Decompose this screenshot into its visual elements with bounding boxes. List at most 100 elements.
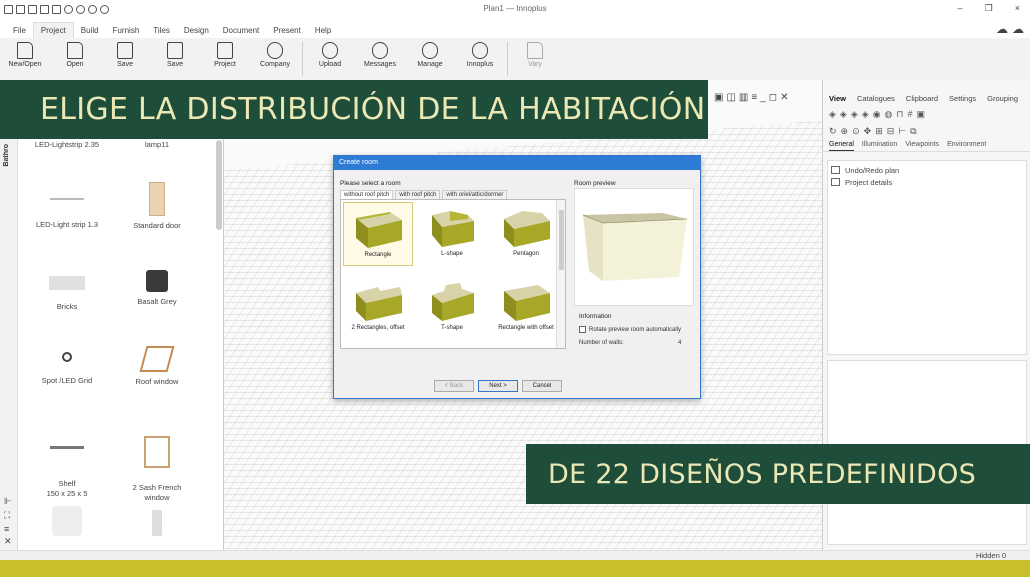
pin-icon[interactable]: ⊩ bbox=[4, 496, 12, 507]
innoplus-button[interactable]: Innoplus bbox=[455, 42, 505, 68]
messages-button[interactable]: Messages bbox=[355, 42, 405, 68]
open-button[interactable]: Open bbox=[50, 42, 100, 68]
minimize-view-icon[interactable]: _ bbox=[760, 92, 766, 103]
zoom-icon[interactable]: ⊙ bbox=[852, 126, 860, 137]
shape-l-shape[interactable]: L-shape bbox=[417, 202, 487, 266]
frame-icon[interactable]: ▣ bbox=[916, 109, 925, 120]
catalog-item[interactable] bbox=[112, 510, 202, 541]
back-button[interactable]: < Back bbox=[434, 380, 474, 392]
fit-all-icon[interactable]: ⊟ bbox=[887, 126, 895, 137]
shape-t-shape[interactable]: T-shape bbox=[417, 276, 487, 340]
menu-build[interactable]: Build bbox=[74, 23, 106, 38]
subtab-general[interactable]: General bbox=[829, 141, 854, 151]
expand-icon[interactable]: ⛶ bbox=[4, 510, 10, 521]
menu-present[interactable]: Present bbox=[266, 23, 308, 38]
list-icon[interactable]: ≡ bbox=[4, 524, 9, 534]
subtab-viewpoints[interactable]: Viewpoints bbox=[905, 141, 939, 151]
ruler-icon[interactable]: ⊓ bbox=[896, 109, 903, 120]
upload-button[interactable]: Upload bbox=[305, 42, 355, 68]
new-open-button[interactable]: New/Open bbox=[0, 42, 50, 68]
menu-tiles[interactable]: Tiles bbox=[146, 23, 177, 38]
tab-grouping[interactable]: Grouping bbox=[987, 94, 1018, 103]
cube-icon[interactable]: ◈ bbox=[829, 109, 836, 120]
menu-document[interactable]: Document bbox=[216, 23, 266, 38]
tree-item-undo-redo[interactable]: Undo/Redo plan bbox=[831, 164, 1023, 176]
cube-icon[interactable]: ◈ bbox=[862, 109, 869, 120]
restore-button[interactable]: ❐ bbox=[985, 3, 993, 14]
subtab-environment[interactable]: Environment bbox=[947, 141, 986, 151]
tab-without-roof-pitch[interactable]: without roof pitch bbox=[340, 190, 394, 199]
catalog-item[interactable]: Shelf 150 x 25 x 5 bbox=[22, 436, 112, 499]
catalog-item[interactable]: LED-Lightstrip 2.35 bbox=[22, 140, 112, 150]
tab-settings[interactable]: Settings bbox=[949, 94, 976, 103]
maximize-view-icon[interactable]: ◻ bbox=[769, 92, 777, 103]
measure-icon[interactable]: ⊢ bbox=[898, 126, 906, 137]
shape-list-scrollbar[interactable] bbox=[556, 200, 565, 348]
catalog-item[interactable]: LED-Light strip 1.3 bbox=[22, 198, 112, 230]
tab-view[interactable]: View bbox=[829, 94, 846, 103]
grid-icon[interactable]: # bbox=[907, 109, 912, 120]
pentagon-room-icon bbox=[504, 211, 550, 247]
catalog-item[interactable]: Spot /LED Grid bbox=[22, 352, 112, 386]
view-split-icon[interactable]: ◫ bbox=[726, 92, 735, 103]
close-view-icon[interactable]: ✕ bbox=[780, 92, 788, 103]
close-panel-icon[interactable]: ✕ bbox=[4, 536, 12, 547]
catalog-item[interactable]: Roof window bbox=[112, 346, 202, 387]
shape-two-rectangles-offset[interactable]: 2 Rectangles, offset bbox=[343, 276, 413, 340]
panel-tabs: View Catalogues Clipboard Settings Group… bbox=[823, 80, 1030, 103]
shape-pentagon[interactable]: Pentagon bbox=[491, 202, 561, 266]
company-button[interactable]: Company bbox=[250, 42, 300, 68]
ribbon-separator bbox=[507, 42, 508, 76]
view-3d-icon[interactable]: ▣ bbox=[714, 92, 723, 103]
tab-catalogues[interactable]: Catalogues bbox=[857, 94, 895, 103]
innoplus-cloud-icon bbox=[472, 42, 488, 59]
menu-design[interactable]: Design bbox=[177, 23, 216, 38]
manage-button[interactable]: Manage bbox=[405, 42, 455, 68]
tree-item-project-details[interactable]: Project details bbox=[831, 176, 1023, 188]
menu-furnish[interactable]: Furnish bbox=[106, 23, 147, 38]
pan-icon[interactable]: ✥ bbox=[864, 126, 872, 137]
rotate-preview-checkbox[interactable] bbox=[579, 326, 586, 333]
next-button[interactable]: Next > bbox=[478, 380, 518, 392]
menu-project[interactable]: Project bbox=[32, 22, 74, 38]
catalog-item[interactable]: Basalt Grey bbox=[112, 270, 202, 307]
catalog-item[interactable]: Standard door bbox=[112, 182, 202, 231]
save-button[interactable]: Save bbox=[100, 42, 150, 68]
subtab-illumination[interactable]: Illumination bbox=[862, 141, 897, 151]
catalog-item[interactable]: Bricks bbox=[22, 276, 112, 312]
shape-rectangle-with-offset[interactable]: Rectangle with offset bbox=[491, 276, 561, 340]
menu-file[interactable]: File bbox=[6, 23, 33, 38]
view-grid-icon[interactable]: ▥ bbox=[739, 92, 748, 103]
catalog-item[interactable]: lamp11 bbox=[112, 140, 202, 150]
save-as-button[interactable]: Save bbox=[150, 42, 200, 68]
cube-icon[interactable]: ◈ bbox=[851, 109, 858, 120]
tab-with-oriel-attic-dormer[interactable]: with oriel/attic/dormer bbox=[442, 190, 508, 199]
shape-rectangle[interactable]: Rectangle bbox=[343, 202, 413, 266]
catalog-item[interactable] bbox=[22, 506, 112, 541]
scrollbar-thumb[interactable] bbox=[559, 210, 564, 270]
binoculars-icon[interactable]: ◉ bbox=[873, 109, 881, 120]
close-button[interactable]: × bbox=[1015, 3, 1020, 14]
view-menu-icon[interactable]: ≡ bbox=[751, 92, 757, 103]
catalog-scrollbar[interactable] bbox=[216, 140, 222, 230]
catalog-item[interactable]: 2 Sash French window bbox=[112, 426, 202, 503]
view-tools-row: ◈ ◈ ◈ ◈ ◉ ◍ ⊓ # ▣ bbox=[823, 103, 1030, 120]
tab-clipboard[interactable]: Clipboard bbox=[906, 94, 938, 103]
cloud-account-icon[interactable]: ☁ bbox=[1012, 22, 1024, 36]
zoom-in-icon[interactable]: ⊕ bbox=[841, 126, 849, 137]
side-tab-bathroom[interactable]: Bathro bbox=[3, 144, 10, 167]
rotate-preview-option[interactable]: Rotate preview room automatically bbox=[579, 326, 681, 333]
menu-help[interactable]: Help bbox=[308, 23, 338, 38]
project-details-button[interactable]: Project bbox=[200, 42, 250, 68]
vary-button[interactable]: Vary bbox=[510, 42, 560, 68]
camera-icon[interactable]: ◍ bbox=[885, 109, 893, 120]
spot-grid-thumbnail bbox=[62, 352, 72, 362]
layers-icon[interactable]: ⧉ bbox=[910, 126, 916, 137]
tab-with-roof-pitch[interactable]: with roof pitch bbox=[395, 190, 441, 199]
cloud-sync-icon[interactable]: ☁ bbox=[996, 22, 1008, 36]
fit-icon[interactable]: ⊞ bbox=[875, 126, 883, 137]
rotate-icon[interactable]: ↻ bbox=[829, 126, 837, 137]
cube-icon[interactable]: ◈ bbox=[840, 109, 847, 120]
minimize-button[interactable]: – bbox=[958, 3, 963, 14]
cancel-button[interactable]: Cancel bbox=[522, 380, 562, 392]
